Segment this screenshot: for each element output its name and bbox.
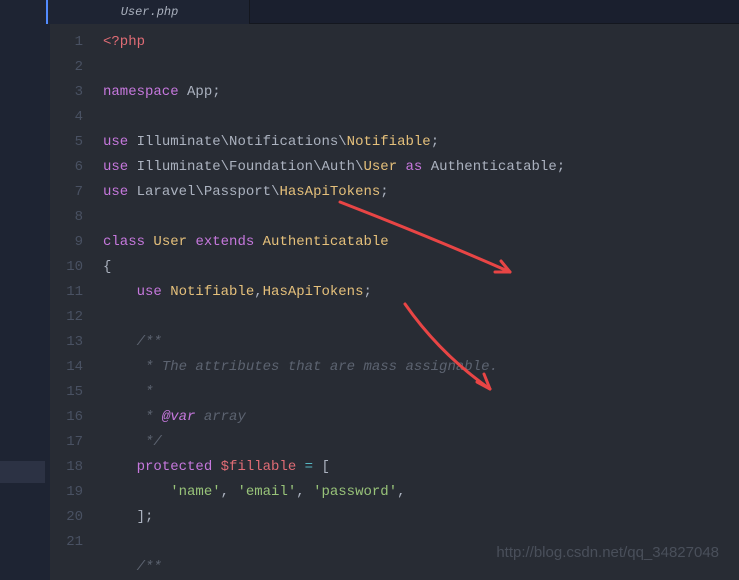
- code-line: */: [103, 430, 739, 455]
- line-number: 13: [50, 330, 95, 355]
- line-number: 18: [50, 455, 95, 480]
- line-number: 1: [50, 30, 95, 55]
- line-number: 4: [50, 105, 95, 130]
- line-number: 5: [50, 130, 95, 155]
- code-line: ];: [103, 505, 739, 530]
- code-line: use Notifiable,HasApiTokens;: [103, 280, 739, 305]
- watermark: http://blog.csdn.net/qq_34827048: [496, 544, 719, 561]
- code-line: {: [103, 255, 739, 280]
- line-number: 17: [50, 430, 95, 455]
- line-number: 21: [50, 530, 95, 555]
- line-number: 7: [50, 180, 95, 205]
- line-number: 3: [50, 80, 95, 105]
- code-line: namespace App;: [103, 80, 739, 105]
- line-number: 14: [50, 355, 95, 380]
- code-line: class User extends Authenticatable: [103, 230, 739, 255]
- code-line: /**: [103, 330, 739, 355]
- line-number: 20: [50, 505, 95, 530]
- tab-label: User.php: [121, 5, 179, 19]
- code-area[interactable]: 1 2 3 4 5 6 7 8 9 10 11 12 13 14 15 16 1…: [50, 24, 739, 580]
- code-line: [103, 305, 739, 330]
- line-number: 2: [50, 55, 95, 80]
- line-number: 9: [50, 230, 95, 255]
- active-file-indicator: [46, 0, 48, 24]
- tab-bar: User.php: [50, 0, 739, 24]
- line-number: 11: [50, 280, 95, 305]
- code-line: <?php: [103, 30, 739, 55]
- code-line: [103, 205, 739, 230]
- code-content[interactable]: <?php namespace App; use Illuminate\Noti…: [95, 24, 739, 580]
- main-area: User.php 1 2 3 4 5 6 7 8 9 10 11 12 13 1…: [50, 0, 739, 571]
- line-number: 10: [50, 255, 95, 280]
- line-number: 12: [50, 305, 95, 330]
- line-number: 8: [50, 205, 95, 230]
- code-line: [103, 55, 739, 80]
- code-line: * The attributes that are mass assignabl…: [103, 355, 739, 380]
- code-line: use Illuminate\Notifications\Notifiable;: [103, 130, 739, 155]
- line-number: 15: [50, 380, 95, 405]
- code-line: [103, 105, 739, 130]
- left-margin: [0, 0, 50, 571]
- code-line: use Laravel\Passport\HasApiTokens;: [103, 180, 739, 205]
- folded-marker: [0, 461, 45, 483]
- code-line: 'name', 'email', 'password',: [103, 480, 739, 505]
- code-line: use Illuminate\Foundation\Auth\User as A…: [103, 155, 739, 180]
- line-number: 6: [50, 155, 95, 180]
- line-number: 16: [50, 405, 95, 430]
- code-line: * @var array: [103, 405, 739, 430]
- line-number: 19: [50, 480, 95, 505]
- editor-container: User.php 1 2 3 4 5 6 7 8 9 10 11 12 13 1…: [0, 0, 739, 571]
- code-line: *: [103, 380, 739, 405]
- gutter: 1 2 3 4 5 6 7 8 9 10 11 12 13 14 15 16 1…: [50, 24, 95, 580]
- file-tab[interactable]: User.php: [50, 0, 250, 24]
- code-line: protected $fillable = [: [103, 455, 739, 480]
